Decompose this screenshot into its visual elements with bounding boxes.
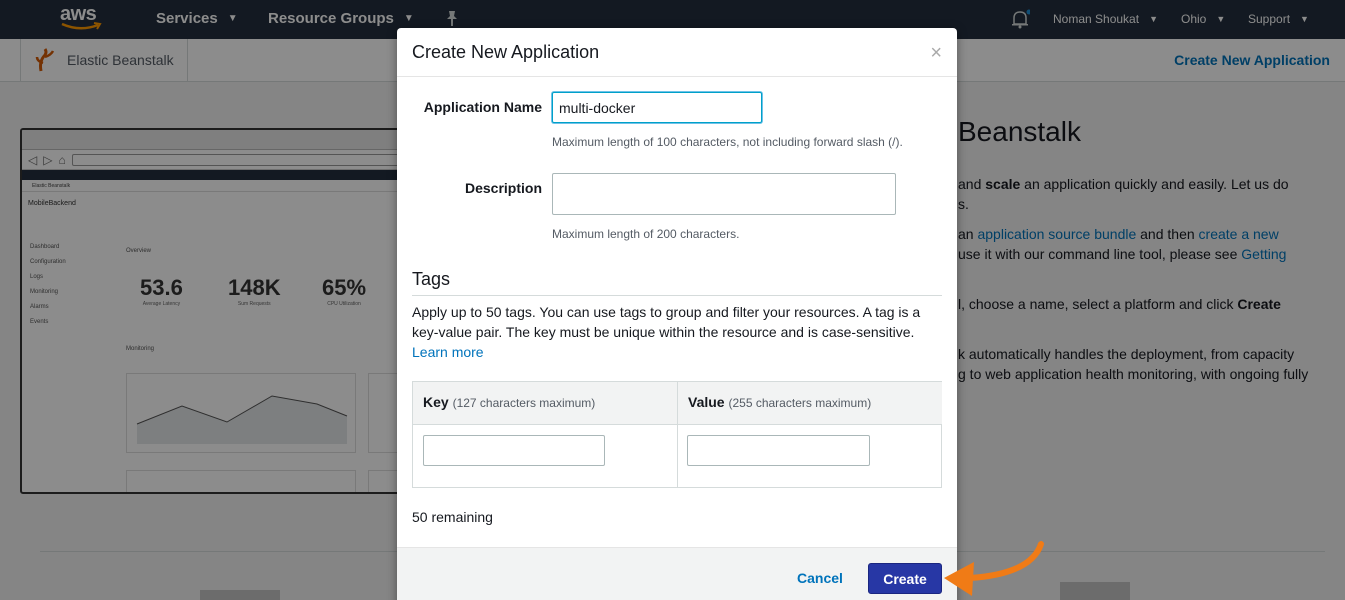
key-column-header: Key (127 characters maximum) [413,382,677,425]
description-textarea[interactable] [552,173,896,215]
application-name-hint: Maximum length of 100 characters, not in… [552,135,903,149]
close-icon[interactable]: × [930,43,942,63]
key-header-hint: (127 characters maximum) [452,396,596,410]
dialog-title: Create New Application [412,42,600,62]
cancel-button[interactable]: Cancel [797,570,843,586]
description-hint: Maximum length of 200 characters. [552,227,740,241]
tag-value-input[interactable] [687,435,870,466]
create-application-dialog: Create New Application × Application Nam… [397,28,957,600]
application-name-input[interactable] [552,92,762,123]
create-button[interactable]: Create [868,563,942,594]
application-name-label: Application Name [423,99,542,115]
column-divider [677,382,678,487]
dialog-footer: Cancel Create [397,547,957,600]
tags-heading: Tags [412,269,451,289]
value-header-label: Value [688,394,725,410]
tags-description: Apply up to 50 tags. You can use tags to… [412,302,942,362]
tags-remaining-count: 50 remaining [412,509,493,525]
value-column-header: Value (255 characters maximum) [678,382,942,425]
learn-more-link[interactable]: Learn more [412,344,484,360]
tag-key-input[interactable] [423,435,605,466]
key-header-label: Key [423,394,449,410]
description-label: Description [464,180,542,196]
tags-table: Key (127 characters maximum) Value (255 … [412,381,942,488]
tags-divider [412,295,942,296]
annotation-arrow-icon [944,541,1044,596]
tags-description-text: Apply up to 50 tags. You can use tags to… [412,304,921,340]
dialog-header: Create New Application × [397,28,957,77]
value-header-hint: (255 characters maximum) [728,396,872,410]
